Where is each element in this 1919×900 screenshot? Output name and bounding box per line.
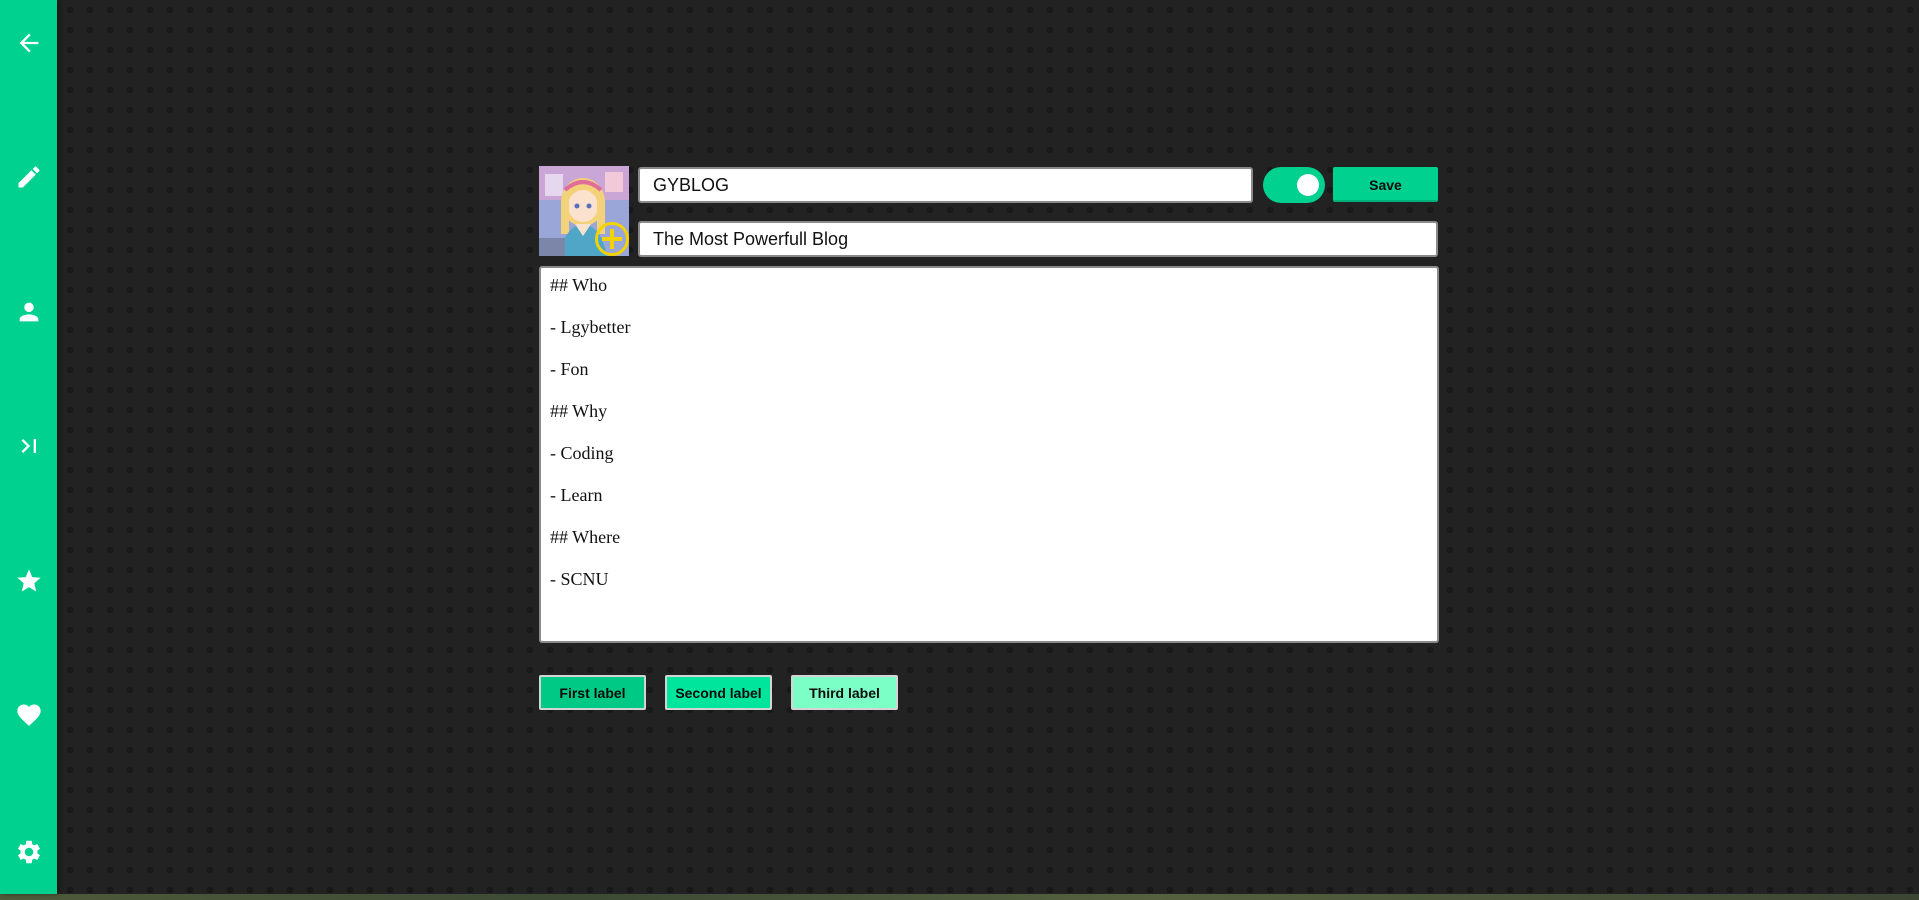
desktop-wallpaper-strip: [0, 894, 1919, 900]
label-chip-third[interactable]: Third label: [791, 675, 898, 710]
blog-avatar-upload[interactable]: [539, 166, 629, 256]
publish-toggle[interactable]: [1263, 167, 1325, 203]
content-line: - Learn: [550, 485, 603, 505]
sidebar: [0, 0, 57, 894]
favorites-button[interactable]: [0, 561, 57, 601]
content-line: ## Who: [550, 275, 608, 295]
blog-subtitle-input[interactable]: [638, 221, 1438, 257]
label-chip-first[interactable]: First label: [539, 675, 646, 710]
profile-button[interactable]: [0, 292, 57, 332]
content-line: ## Where: [550, 527, 621, 547]
gear-icon: [17, 840, 40, 864]
terminal-icon: [21, 439, 36, 453]
labels-row: First label Second label Third label: [539, 675, 898, 710]
save-button[interactable]: Save: [1333, 167, 1438, 202]
pencil-icon: [18, 166, 40, 188]
content-line: - Fon: [550, 359, 589, 379]
blog-title-input[interactable]: [638, 167, 1253, 203]
content-line: - Lgybetter: [550, 317, 631, 337]
add-image-icon: [595, 222, 629, 256]
back-button[interactable]: [0, 23, 57, 63]
star-icon: [16, 569, 41, 592]
content-line: ## Why: [550, 401, 608, 421]
label-chip-second[interactable]: Second label: [665, 675, 772, 710]
content-line: - Coding: [550, 443, 614, 463]
settings-button[interactable]: [0, 832, 57, 872]
back-arrow-icon: [19, 33, 38, 53]
heart-icon: [16, 704, 41, 726]
edit-button[interactable]: [0, 157, 57, 197]
terminal-button[interactable]: [0, 426, 57, 466]
markdown-content-editor[interactable]: ## Who - Lgybetter - Fon ## Why - Coding…: [539, 266, 1439, 643]
likes-button[interactable]: [0, 695, 57, 735]
toggle-knob: [1297, 174, 1319, 196]
person-icon: [19, 302, 38, 322]
content-line: - SCNU: [550, 569, 609, 589]
